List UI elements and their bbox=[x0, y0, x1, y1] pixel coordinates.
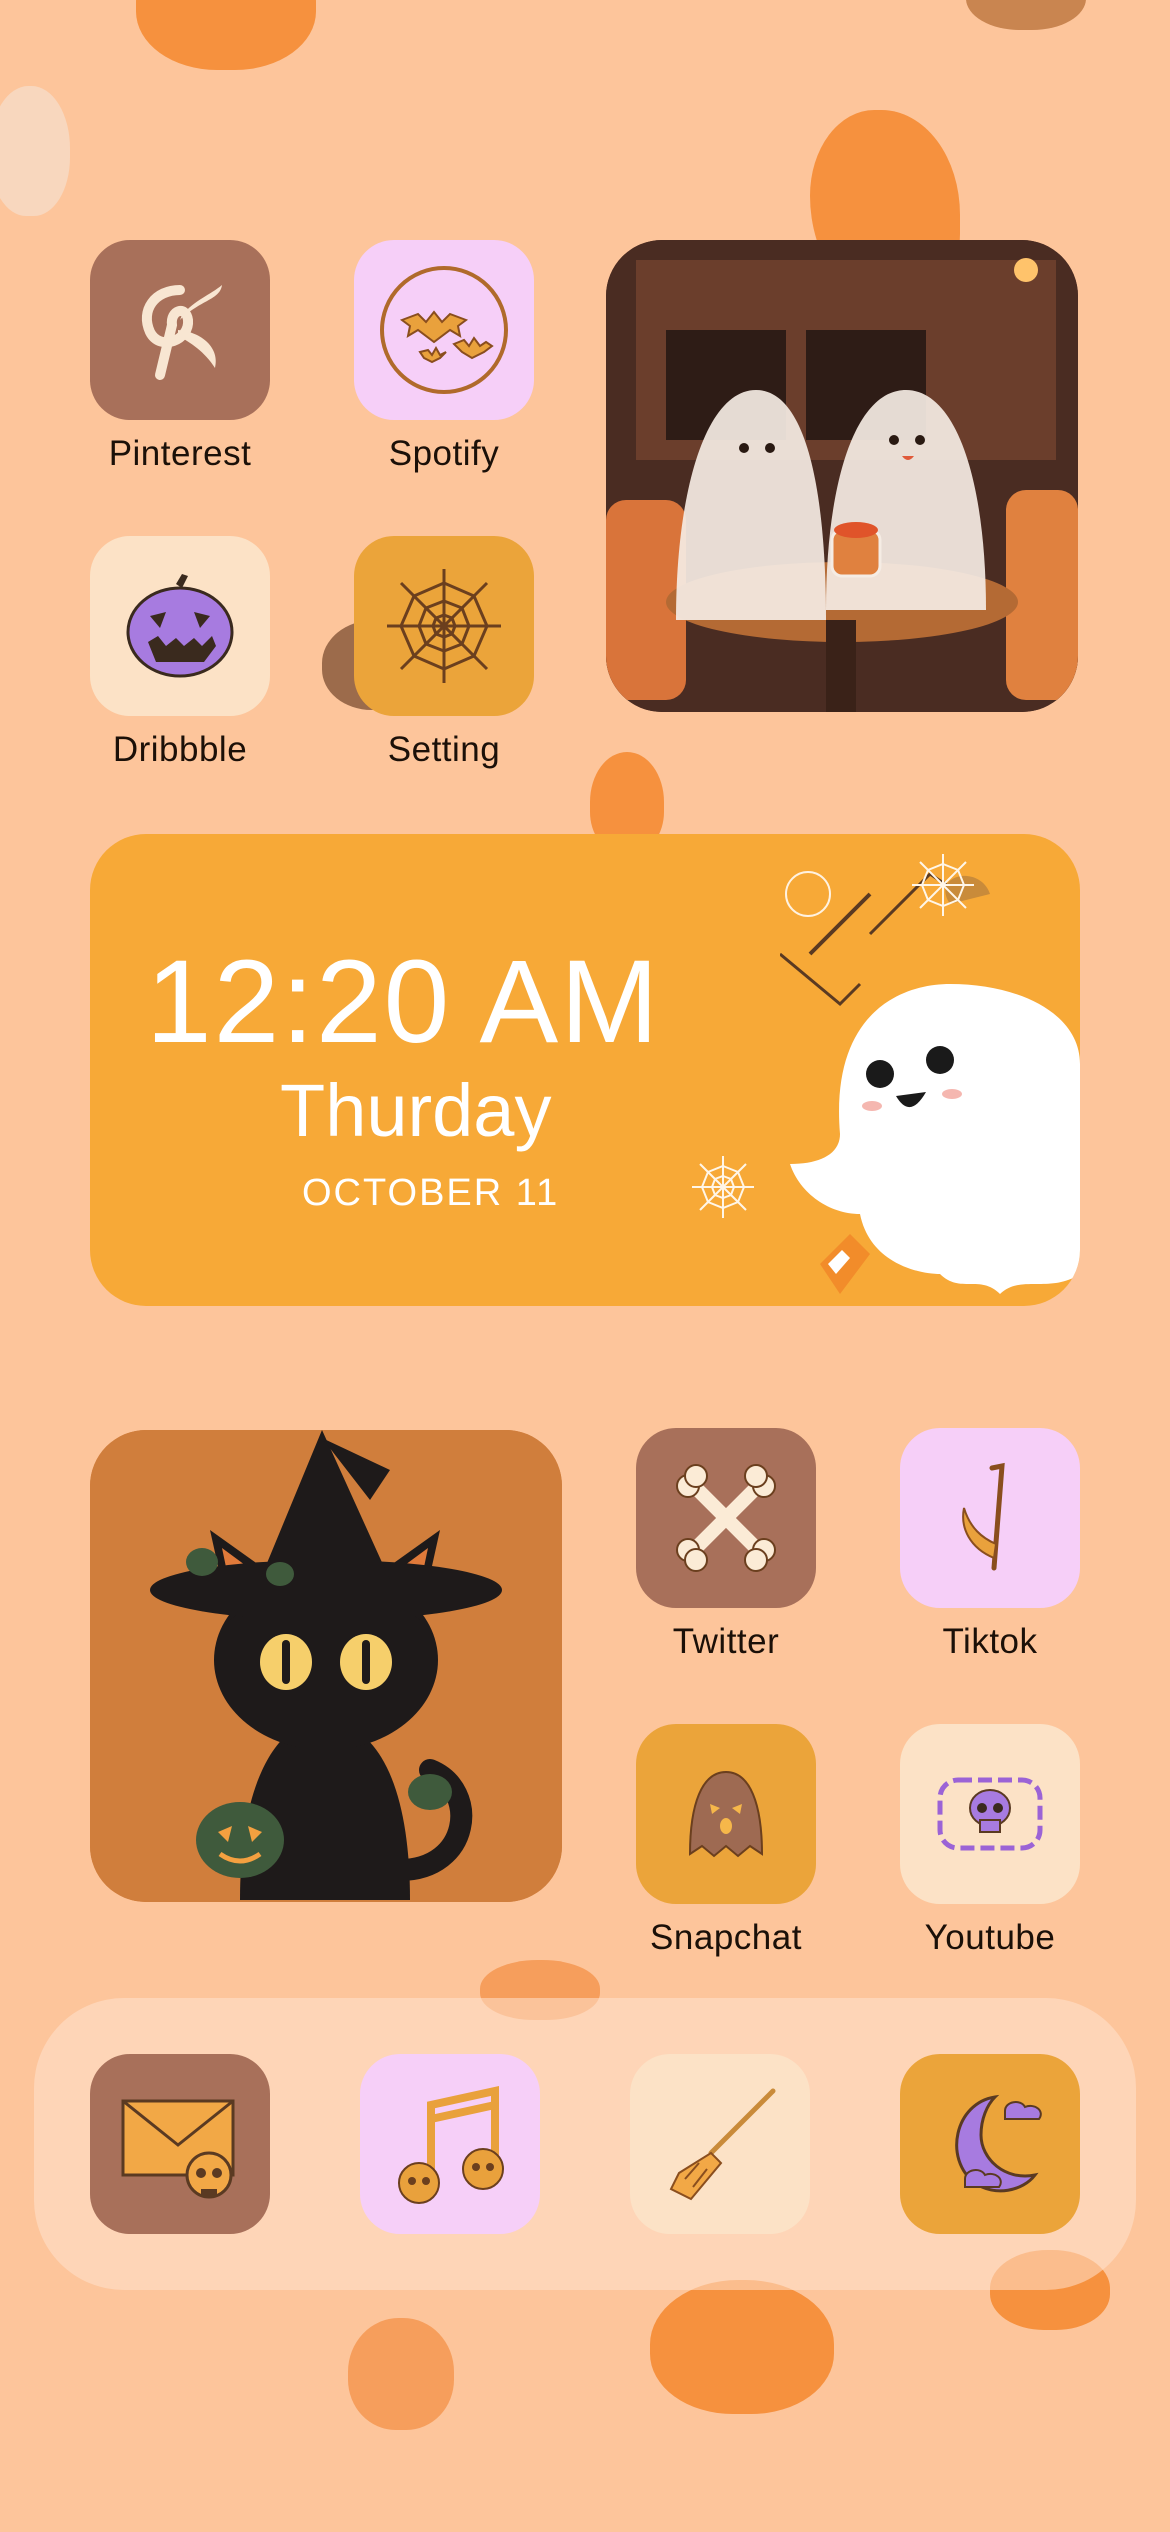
bats-icon bbox=[380, 266, 508, 394]
bow-icon bbox=[141, 285, 222, 380]
ghost-cafe-photo-widget[interactable] bbox=[606, 240, 1078, 712]
youtube-tile[interactable] bbox=[900, 1724, 1080, 1904]
ghost-icon bbox=[688, 1770, 764, 1858]
pumpkin-decoration bbox=[0, 86, 70, 216]
app-label: Setting bbox=[387, 730, 501, 769]
clock-widget[interactable]: 12:20 AM Thurday OCTOBER 11 bbox=[90, 834, 1080, 1306]
app-twitter[interactable]: Twitter bbox=[636, 1428, 816, 1662]
skull-screen-icon bbox=[937, 1777, 1043, 1851]
moon-clouds-icon bbox=[955, 2094, 1042, 2193]
app-label: Pinterest bbox=[108, 434, 252, 473]
clock-day: Thurday bbox=[280, 1069, 552, 1152]
pumpkin-decoration bbox=[650, 2280, 834, 2414]
pumpkin-decoration bbox=[966, 0, 1086, 30]
dock-mail-app[interactable] bbox=[90, 2054, 270, 2234]
spiderweb-icon bbox=[387, 569, 501, 683]
ghost-cafe-illustration bbox=[606, 240, 1078, 712]
black-cat-photo-widget[interactable] bbox=[90, 1430, 562, 1902]
dribbble-tile[interactable] bbox=[90, 536, 270, 716]
app-tiktok[interactable]: Tiktok bbox=[900, 1428, 1080, 1662]
pumpkin-decoration bbox=[348, 2318, 454, 2430]
mail-skull-icon bbox=[121, 2099, 235, 2199]
snapchat-tile[interactable] bbox=[636, 1724, 816, 1904]
clock-time: 12:20 AM bbox=[146, 936, 661, 1068]
crossbones-icon bbox=[676, 1464, 776, 1572]
clock-date: OCTOBER 11 bbox=[302, 1172, 560, 1214]
dock-moon-app[interactable] bbox=[900, 2054, 1080, 2234]
app-label: Dribbble bbox=[112, 730, 248, 769]
music-skulls-icon bbox=[398, 2086, 504, 2204]
app-label: Twitter bbox=[672, 1622, 780, 1661]
app-youtube[interactable]: Youtube bbox=[900, 1724, 1080, 1958]
broom-icon bbox=[669, 2088, 776, 2201]
app-label: Snapchat bbox=[650, 1918, 802, 1957]
dock-music-app[interactable] bbox=[360, 2054, 540, 2234]
app-dribbble[interactable]: Dribbble bbox=[90, 536, 270, 770]
dock bbox=[34, 1998, 1136, 2290]
spiderweb-icon bbox=[912, 854, 974, 916]
app-label: Youtube bbox=[924, 1918, 1056, 1957]
witch-cat-illustration bbox=[90, 1430, 562, 1902]
twitter-tile[interactable] bbox=[636, 1428, 816, 1608]
app-setting[interactable]: Setting bbox=[354, 536, 534, 770]
pinterest-tile[interactable] bbox=[90, 240, 270, 420]
app-label: Tiktok bbox=[942, 1622, 1038, 1661]
app-pinterest[interactable]: Pinterest bbox=[90, 240, 270, 474]
jack-o-lantern-icon bbox=[126, 574, 234, 678]
app-snapchat[interactable]: Snapchat bbox=[636, 1724, 816, 1958]
spotify-tile[interactable] bbox=[354, 240, 534, 420]
scythe-icon bbox=[962, 1462, 1005, 1571]
tiktok-tile[interactable] bbox=[900, 1428, 1080, 1608]
dock-broom-app[interactable] bbox=[630, 2054, 810, 2234]
app-label: Spotify bbox=[388, 434, 500, 473]
app-spotify[interactable]: Spotify bbox=[354, 240, 534, 474]
spiderweb-icon bbox=[692, 1156, 754, 1218]
setting-tile[interactable] bbox=[354, 536, 534, 716]
pumpkin-decoration bbox=[136, 0, 316, 70]
